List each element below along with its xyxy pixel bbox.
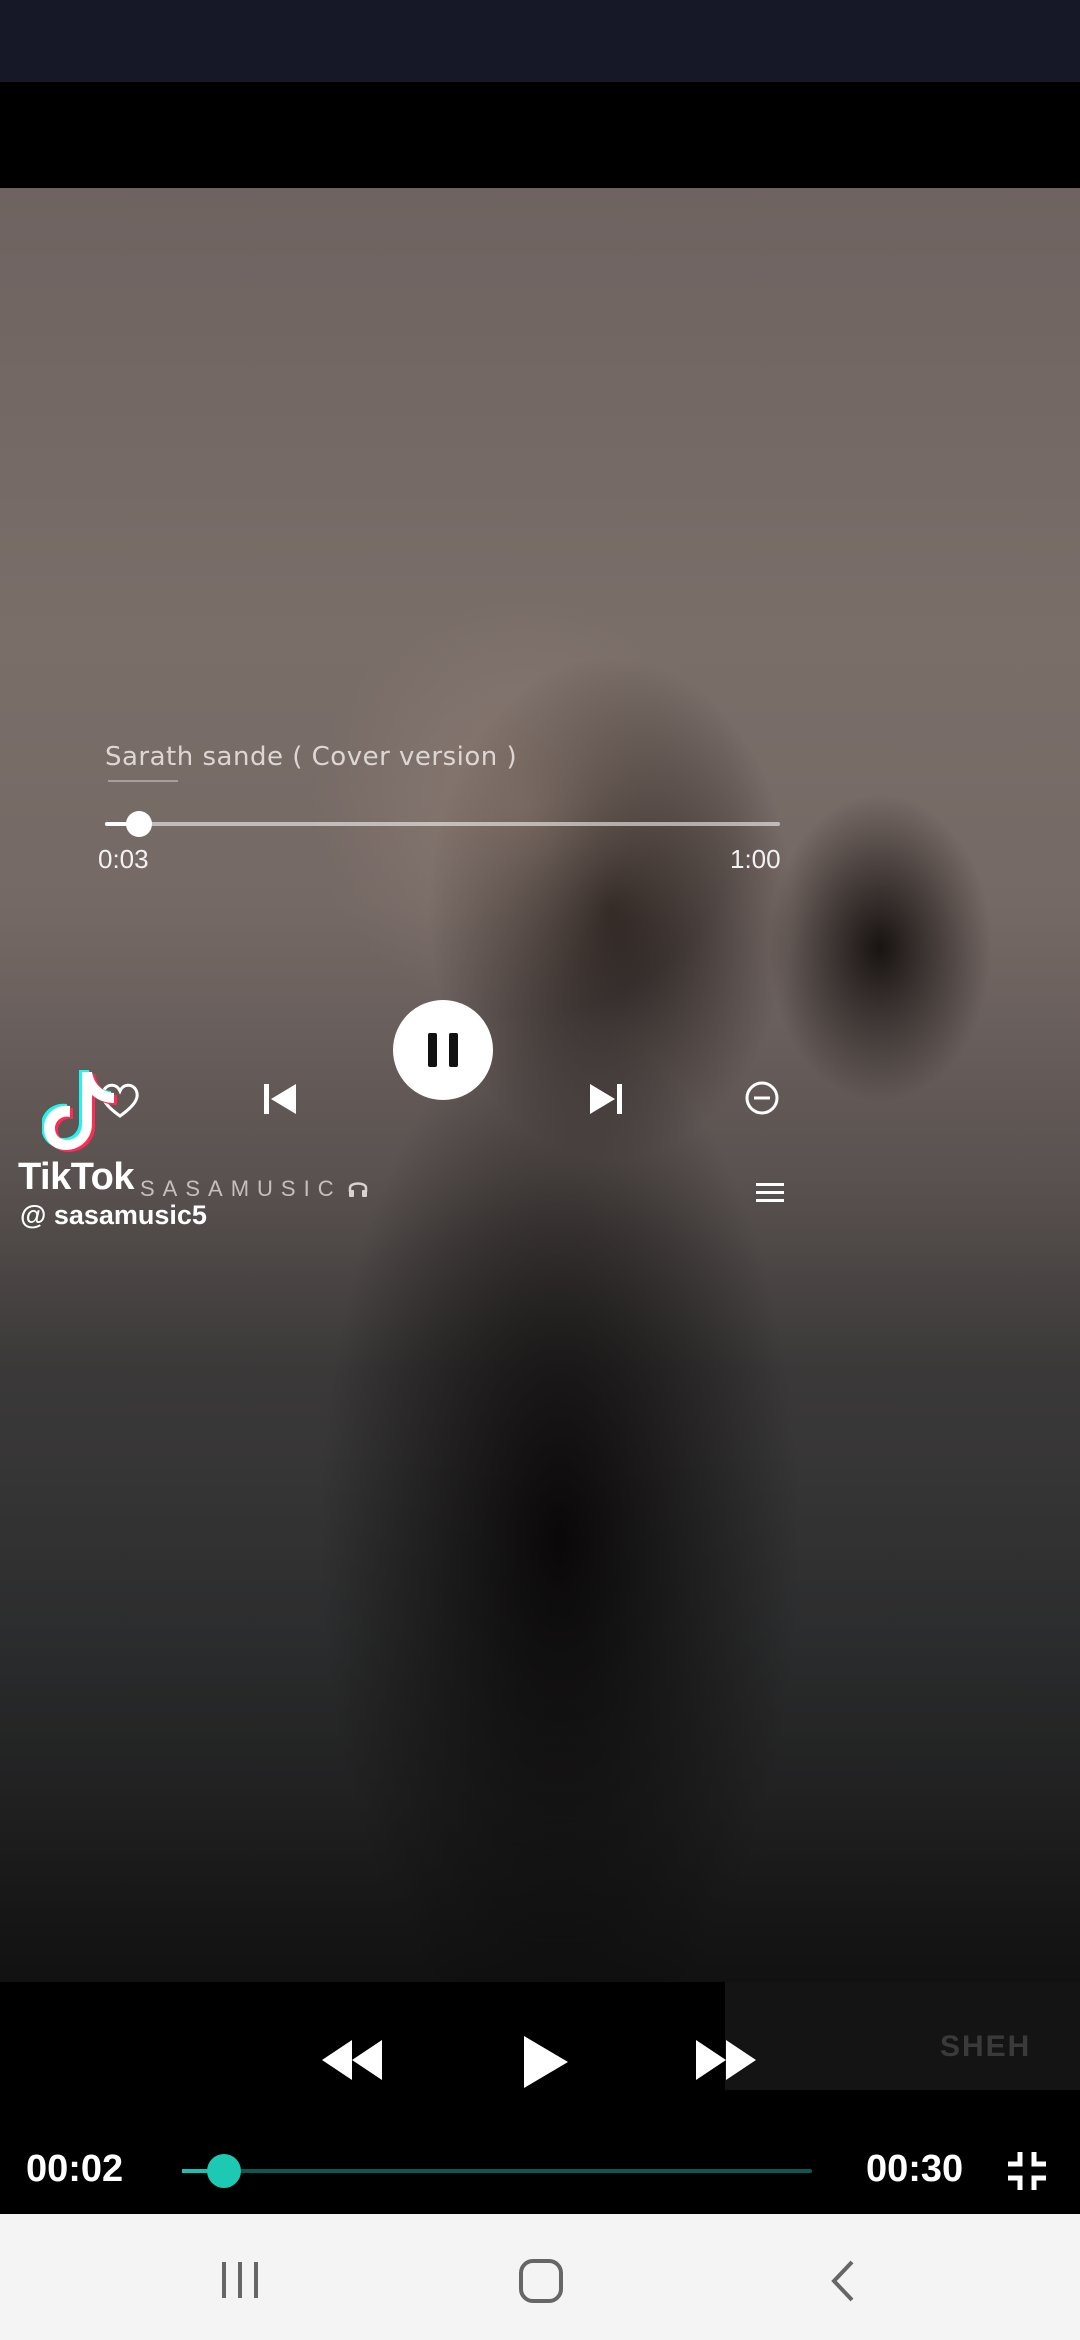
play-icon[interactable]	[520, 2034, 570, 2090]
duration-time: 00:30	[866, 2148, 964, 2190]
overlay-progress-thumb	[125, 811, 152, 837]
back-icon[interactable]	[828, 2258, 858, 2304]
overlay-total-time: 1:00	[730, 844, 781, 874]
overlay-pause-button	[393, 1000, 493, 1100]
tiktok-logo-icon	[42, 1070, 117, 1152]
playlist-icon	[756, 1183, 784, 1202]
seek-bar-thumb[interactable]	[207, 2154, 242, 2188]
exit-fullscreen-icon[interactable]	[1006, 2150, 1048, 2192]
status-bar	[0, 0, 1080, 82]
fast-forward-icon[interactable]	[694, 2036, 758, 2084]
video-frame[interactable]	[0, 188, 1080, 1982]
overlay-brand-text: SASAMUSIC	[140, 1176, 342, 1201]
previous-track-icon	[264, 1084, 296, 1114]
video-shade	[0, 188, 1080, 1982]
tiktok-wordmark: TikTok	[18, 1156, 134, 1198]
rewind-icon[interactable]	[320, 2036, 384, 2084]
pause-icon	[428, 1033, 458, 1067]
watermark-logo: SHEH	[940, 2030, 1032, 2063]
song-title: Sarath sande ( Cover version )	[105, 742, 518, 772]
top-letterbox	[0, 82, 1080, 188]
seek-bar[interactable]	[182, 2154, 812, 2188]
home-icon[interactable]	[518, 2258, 564, 2304]
current-time: 00:02	[26, 2148, 124, 2190]
next-track-icon	[590, 1084, 622, 1114]
minus-circle-icon	[745, 1081, 779, 1115]
headphones-icon	[348, 1182, 368, 1197]
overlay-elapsed-time: 0:03	[98, 844, 149, 874]
overlay-progress-track	[105, 811, 780, 837]
song-artist-line	[108, 780, 178, 788]
tiktok-handle: @ sasamusic5	[20, 1200, 207, 1230]
recents-icon[interactable]	[218, 2260, 262, 2300]
